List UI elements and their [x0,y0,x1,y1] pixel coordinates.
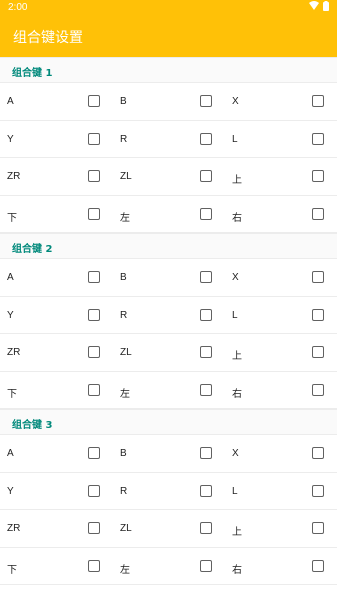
key-label: 上 [232,351,242,362]
key-checkbox[interactable] [200,95,212,107]
key-checkbox[interactable] [88,271,100,283]
combo-row: YRL [0,297,337,334]
key-label: 右 [232,388,242,400]
key-label: L [232,309,238,321]
key-checkbox[interactable] [88,346,100,358]
combo-row: ABX [0,83,337,121]
group-header: 组合键 3 [0,409,337,435]
key-checkbox[interactable] [88,308,100,321]
key-label: L [232,485,238,497]
key-checkbox[interactable] [88,383,100,396]
key-checkbox[interactable] [88,447,100,459]
key-checkbox[interactable] [200,447,212,459]
key-checkbox[interactable] [200,207,212,220]
key-checkbox[interactable] [200,271,212,283]
key-label: A [7,272,14,283]
key-label: R [120,309,128,321]
key-label: A [7,96,14,107]
key-checkbox[interactable] [312,484,324,497]
combo-row: ZR ZL 上 [0,334,337,372]
combo-row: 下左右 [0,548,337,585]
key-label: ZL [120,523,132,534]
key-checkbox[interactable] [88,132,100,145]
key-checkbox[interactable] [88,559,100,572]
key-label: B [120,96,127,107]
key-label: X [232,448,239,459]
page-title: 组合键设置 [13,30,83,46]
key-label: B [120,448,127,459]
key-checkbox[interactable] [200,308,212,321]
key-checkbox[interactable] [312,522,324,534]
key-label: 下 [7,564,17,576]
group-title: 组合键 3 [12,420,53,431]
key-checkbox[interactable] [88,207,100,220]
combo-row: ZR ZL 上 [0,510,337,548]
key-checkbox[interactable] [312,170,324,182]
key-label: A [7,448,14,459]
app-bar: 组合键设置 [0,15,337,57]
key-checkbox[interactable] [200,522,212,534]
key-label: 上 [232,527,242,538]
key-label: 左 [120,212,130,224]
combo-row: 下左右 [0,196,337,233]
key-label: R [120,133,128,145]
key-label: L [232,133,238,145]
key-label: ZL [120,171,132,182]
key-label: Y [7,133,14,145]
key-checkbox[interactable] [200,346,212,358]
key-label: 左 [120,388,130,400]
combo-row: YRL [0,121,337,158]
group-title: 组合键 1 [12,68,53,79]
key-checkbox[interactable] [312,346,324,358]
combo-row: ABX [0,259,337,297]
key-checkbox[interactable] [200,559,212,572]
combo-row: YRL [0,473,337,510]
key-checkbox[interactable] [200,170,212,182]
key-label: Y [7,309,14,321]
status-icons [309,0,329,14]
key-label: ZR [7,171,21,182]
key-label: R [120,485,128,497]
key-label: 下 [7,212,17,224]
key-checkbox[interactable] [312,207,324,220]
key-label: ZL [120,347,132,358]
status-bar: 2:00 [0,0,337,15]
key-checkbox[interactable] [200,484,212,497]
key-checkbox[interactable] [312,95,324,107]
key-checkbox[interactable] [200,383,212,396]
key-label: Y [7,485,14,497]
key-checkbox[interactable] [200,132,212,145]
key-checkbox[interactable] [312,447,324,459]
wifi-icon [309,1,319,13]
key-checkbox[interactable] [88,95,100,107]
status-time: 2:00 [8,2,28,13]
combo-row: ZR ZL 上 [0,158,337,196]
key-checkbox[interactable] [88,522,100,534]
combo-row: ABX [0,435,337,473]
key-checkbox[interactable] [88,170,100,182]
key-label: 上 [232,175,242,186]
key-checkbox[interactable] [312,308,324,321]
key-checkbox[interactable] [312,132,324,145]
group-header: 组合键 2 [0,233,337,259]
key-checkbox[interactable] [88,484,100,497]
key-label: B [120,272,127,283]
key-checkbox[interactable] [312,383,324,396]
battery-icon [323,0,329,14]
key-label: 右 [232,212,242,224]
combo-row: 下左右 [0,372,337,409]
key-label: ZR [7,523,21,534]
key-checkbox[interactable] [312,559,324,572]
group-header: 组合键 1 [0,57,337,83]
group-title: 组合键 2 [12,244,53,255]
key-label: ZR [7,347,21,358]
key-label: 下 [7,388,17,400]
key-label: X [232,96,239,107]
key-label: X [232,272,239,283]
key-label: 左 [120,564,130,576]
key-checkbox[interactable] [312,271,324,283]
key-label: 右 [232,564,242,576]
combo-list: 组合键 1 A B X Y R L ZR ZL 上下左右组合键 2 A B X Y R L ZR ZL 上下左右组合… [0,57,337,585]
